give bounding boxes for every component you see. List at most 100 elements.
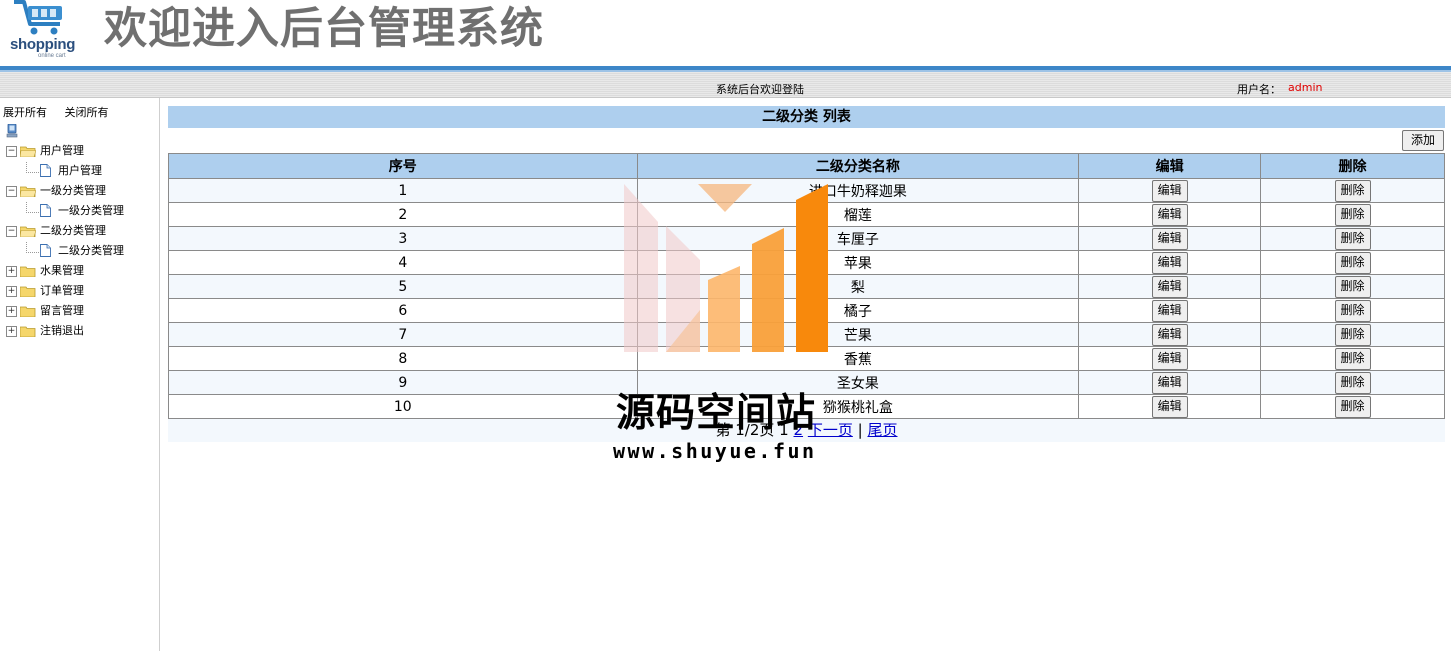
cell-delete: 删除 — [1260, 226, 1445, 251]
cell-delete: 删除 — [1260, 274, 1445, 299]
tree-connector — [26, 202, 39, 213]
delete-button[interactable]: 删除 — [1334, 227, 1371, 250]
delete-button[interactable]: 删除 — [1334, 251, 1371, 274]
page-icon — [40, 244, 51, 257]
add-button[interactable]: 添加 — [1402, 130, 1444, 151]
cell-delete: 删除 — [1260, 346, 1445, 371]
table-row: 2 榴莲 编辑 删除 — [168, 202, 1445, 227]
delete-button[interactable]: 删除 — [1334, 323, 1371, 346]
tree-node-label: 一级分类管理 — [40, 184, 106, 197]
tree-node-label: 留言管理 — [40, 304, 84, 317]
column-header-delete: 删除 — [1260, 153, 1445, 179]
cell-edit: 编辑 — [1078, 202, 1262, 227]
expand-toggle-icon[interactable]: + — [6, 286, 17, 297]
delete-button[interactable]: 删除 — [1334, 299, 1371, 322]
edit-button[interactable]: 编辑 — [1151, 251, 1188, 274]
watermark-url: www.shuyue.fun — [613, 439, 817, 463]
status-bar: 系统后台欢迎登陆 用户名： admin — [0, 72, 1451, 98]
tree-node-label: 二级分类管理 — [40, 224, 106, 237]
cell-no: 3 — [168, 226, 638, 251]
cell-edit: 编辑 — [1078, 274, 1262, 299]
tree-node-label: 水果管理 — [40, 264, 84, 277]
table-row: 6 橘子 编辑 删除 — [168, 298, 1445, 323]
cell-no: 2 — [168, 202, 638, 227]
cell-delete: 删除 — [1260, 178, 1445, 203]
cell-category-name: 芒果 — [636, 322, 1080, 347]
table-row: 1 进口牛奶释迦果 编辑 删除 — [168, 178, 1445, 203]
cell-category-name: 香蕉 — [636, 346, 1080, 371]
cell-category-name: 进口牛奶释迦果 — [636, 178, 1080, 203]
delete-button[interactable]: 删除 — [1334, 203, 1371, 226]
expand-toggle-icon[interactable]: + — [6, 306, 17, 317]
pager-separator: | — [857, 421, 863, 439]
list-title: 二级分类 列表 — [168, 106, 1445, 128]
delete-button[interactable]: 删除 — [1334, 179, 1371, 202]
cell-delete: 删除 — [1260, 322, 1445, 347]
tree-controls: 展开所有 关闭所有 — [3, 104, 123, 120]
cell-no: 1 — [168, 178, 638, 203]
cell-no: 7 — [168, 322, 638, 347]
cell-edit: 编辑 — [1078, 346, 1262, 371]
delete-button[interactable]: 删除 — [1334, 347, 1371, 370]
edit-button[interactable]: 编辑 — [1151, 203, 1188, 226]
folder-icon — [20, 306, 36, 317]
tree-leaf-label: 二级分类管理 — [58, 244, 124, 257]
collapse-toggle-icon[interactable]: − — [6, 146, 17, 157]
table-row: 3 车厘子 编辑 删除 — [168, 226, 1445, 251]
edit-button[interactable]: 编辑 — [1151, 347, 1188, 370]
cell-delete: 删除 — [1260, 394, 1445, 419]
table-header-row: 序号 二级分类名称 编辑 删除 — [168, 153, 1445, 179]
edit-button[interactable]: 编辑 — [1151, 275, 1188, 298]
column-header-edit: 编辑 — [1078, 153, 1262, 179]
cell-edit: 编辑 — [1078, 298, 1262, 323]
cell-delete: 删除 — [1260, 250, 1445, 275]
edit-button[interactable]: 编辑 — [1151, 323, 1188, 346]
cell-category-name: 车厘子 — [636, 226, 1080, 251]
cell-delete: 删除 — [1260, 370, 1445, 395]
tree-leaf-label: 用户管理 — [58, 164, 102, 177]
cell-edit: 编辑 — [1078, 226, 1262, 251]
logo: shopping online cart — [4, 0, 84, 64]
folder-icon — [20, 326, 36, 337]
logo-text: shopping — [10, 36, 76, 53]
tree-node-label: 订单管理 — [40, 284, 84, 297]
folder-open-icon — [20, 146, 36, 157]
expand-all-link[interactable]: 展开所有 — [3, 106, 47, 119]
tree-node-label: 用户管理 — [40, 144, 84, 157]
delete-button[interactable]: 删除 — [1334, 275, 1371, 298]
tree-leaf-label: 一级分类管理 — [58, 204, 124, 217]
cell-delete: 删除 — [1260, 202, 1445, 227]
edit-button[interactable]: 编辑 — [1151, 371, 1188, 394]
collapse-all-link[interactable]: 关闭所有 — [65, 106, 109, 119]
pager-last-link[interactable]: 尾页 — [867, 421, 897, 439]
delete-button[interactable]: 删除 — [1334, 371, 1371, 394]
edit-button[interactable]: 编辑 — [1151, 227, 1188, 250]
edit-button[interactable]: 编辑 — [1151, 299, 1188, 322]
edit-button[interactable]: 编辑 — [1151, 395, 1188, 418]
cell-category-name: 榴莲 — [636, 202, 1080, 227]
delete-button[interactable]: 删除 — [1334, 395, 1371, 418]
watermark-text: 源码空间站 — [616, 391, 817, 436]
folder-icon — [20, 266, 36, 277]
table-row: 8 香蕉 编辑 删除 — [168, 346, 1445, 371]
cell-edit: 编辑 — [1078, 178, 1262, 203]
computer-icon — [6, 124, 18, 138]
tree-connector — [26, 242, 39, 253]
shopping-cart-icon — [14, 0, 62, 35]
expand-toggle-icon[interactable]: + — [6, 326, 17, 337]
expand-toggle-icon[interactable]: + — [6, 266, 17, 277]
cell-category-name: 橘子 — [636, 298, 1080, 323]
logo-subtext: online cart — [38, 53, 66, 59]
category-table: 序号 二级分类名称 编辑 删除 1 进口牛奶释迦果 编辑 删除 2 榴莲 编辑 删除 3 车厘子编… — [168, 153, 1445, 419]
folder-open-icon — [20, 186, 36, 197]
cell-no: 5 — [168, 274, 638, 299]
folder-open-icon — [20, 226, 36, 237]
cell-no: 10 — [168, 394, 638, 419]
cell-no: 9 — [168, 370, 638, 395]
collapse-toggle-icon[interactable]: − — [6, 226, 17, 237]
edit-button[interactable]: 编辑 — [1151, 179, 1188, 202]
table-row: 7 芒果 编辑 删除 — [168, 322, 1445, 347]
collapse-toggle-icon[interactable]: − — [6, 186, 17, 197]
cell-edit: 编辑 — [1078, 370, 1262, 395]
tree-node-label: 注销退出 — [40, 324, 84, 337]
